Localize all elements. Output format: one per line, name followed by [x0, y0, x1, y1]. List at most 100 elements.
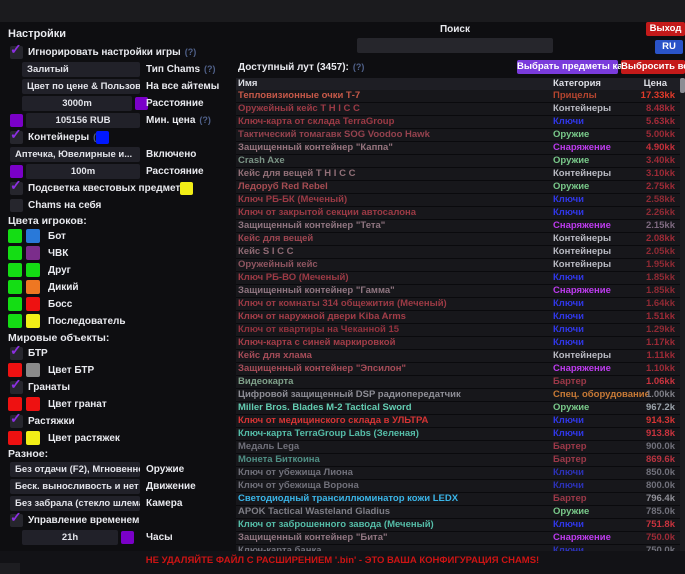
- grenades-checkbox[interactable]: ✓: [10, 381, 23, 394]
- search-input[interactable]: [357, 38, 553, 53]
- check-icon: ✓: [10, 41, 22, 58]
- table-row[interactable]: Ключ от заброшенного завода (Меченый)Клю…: [236, 519, 685, 532]
- table-scrollbar[interactable]: [680, 78, 685, 551]
- help-marker[interactable]: (?): [199, 115, 211, 125]
- column-header-name[interactable]: Имя: [238, 78, 257, 90]
- table-row[interactable]: Защищенный контейнер "Каппа"Снаряжение4.…: [236, 142, 685, 155]
- tripwire-color-swatch[interactable]: [8, 431, 22, 445]
- table-row[interactable]: Ключ РБ-ВО (Меченый)Ключи1.85kk: [236, 272, 685, 285]
- table-row[interactable]: Crash AxeОружие3.40kk: [236, 155, 685, 168]
- esp-color-swatch[interactable]: [26, 246, 40, 260]
- chams-color-swatch[interactable]: [8, 229, 22, 243]
- table-row[interactable]: Ключ от убежища ВоронаКлючи800.0k: [236, 480, 685, 493]
- item-category: Ключи: [553, 272, 584, 284]
- chams-self-checkbox[interactable]: [10, 199, 23, 212]
- table-row[interactable]: Защищенный контейнер "Эпсилон"Снаряжение…: [236, 363, 685, 376]
- grenade-color-swatch-2[interactable]: [26, 397, 40, 411]
- quest-highlight-checkbox[interactable]: ✓: [10, 182, 23, 195]
- item-name: Ключ от медицинского склада в УЛЬТРА: [238, 415, 548, 427]
- containers-filter-label: Включено: [146, 149, 196, 160]
- table-row[interactable]: Ключ от убежища ЛионаКлючи850.0k: [236, 467, 685, 480]
- chams-self-row: Chams на себя: [8, 198, 234, 214]
- hours-input[interactable]: 21h: [22, 530, 118, 545]
- table-row[interactable]: Ключ от закрытой секции автосалонаКлючи2…: [236, 207, 685, 220]
- quest-color-swatch[interactable]: [180, 182, 193, 195]
- containers-checkbox[interactable]: ✓: [10, 131, 23, 144]
- table-row[interactable]: Оружейный кейс T H I C CКонтейнеры8.48kk: [236, 103, 685, 116]
- column-header-price[interactable]: Цена: [644, 78, 667, 90]
- table-row[interactable]: Ключ от медицинского склада в УЛЬТРАКлюч…: [236, 415, 685, 428]
- distance-containers-input[interactable]: 100m: [26, 164, 140, 179]
- table-row[interactable]: APOK Tactical Wasteland GladiusОружие785…: [236, 506, 685, 519]
- color-mode-select[interactable]: Цвет по цене & Пользователь▼: [22, 79, 140, 94]
- table-row[interactable]: Кейс для вещейКонтейнеры2.08kk: [236, 233, 685, 246]
- hours-color-swatch[interactable]: [121, 531, 134, 544]
- chams-color-swatch[interactable]: [8, 314, 22, 328]
- table-row[interactable]: Miller Bros. Blades M-2 Tactical SwordОр…: [236, 402, 685, 415]
- table-row[interactable]: Ключ от комнаты 314 общежития (Меченый)К…: [236, 298, 685, 311]
- item-name: Монета Биткоина: [238, 454, 548, 466]
- esp-color-swatch[interactable]: [26, 280, 40, 294]
- table-row[interactable]: Ключ РБ-БК (Меченый)Ключи2.58kk: [236, 194, 685, 207]
- esp-color-swatch[interactable]: [26, 263, 40, 277]
- item-price: 2.08kk: [646, 233, 675, 245]
- table-row[interactable]: Кейс для вещей T H I C CКонтейнеры3.10kk: [236, 168, 685, 181]
- weapon-select[interactable]: Без отдачи (F2), Мгновенное п▼: [10, 462, 140, 477]
- item-price: 2.58kk: [646, 194, 675, 206]
- table-row[interactable]: Защищенный контейнер "Бита"Снаряжение750…: [236, 532, 685, 545]
- table-row[interactable]: Защищенный контейнер "Тета"Снаряжение2.1…: [236, 220, 685, 233]
- esp-color-swatch[interactable]: [26, 297, 40, 311]
- language-button[interactable]: RU: [655, 40, 683, 54]
- containers-color-swatch[interactable]: [96, 131, 109, 144]
- table-row[interactable]: Ледоруб Red RebelОружие2.75kk: [236, 181, 685, 194]
- help-marker[interactable]: (?): [185, 47, 197, 57]
- table-row[interactable]: Тепловизионные очки Т-7Прицелы17.33kk: [236, 90, 685, 103]
- esp-color-swatch[interactable]: [26, 314, 40, 328]
- table-row[interactable]: Оружейный кейсКонтейнеры1.95kk: [236, 259, 685, 272]
- table-row[interactable]: Медаль LegaБартер900.0k: [236, 441, 685, 454]
- item-price: 1.51kk: [646, 311, 675, 323]
- exit-button[interactable]: Выход: [646, 22, 685, 36]
- btr-checkbox[interactable]: ✓: [10, 347, 23, 360]
- ignore-game-settings-checkbox[interactable]: ✓: [10, 46, 23, 59]
- movement-select[interactable]: Беск. выносливость и нет уста▼: [10, 479, 140, 494]
- help-marker[interactable]: (?): [353, 62, 365, 72]
- table-row[interactable]: Светодиодный трансиллюминатор кожи LEDXБ…: [236, 493, 685, 506]
- chams-color-swatch[interactable]: [8, 280, 22, 294]
- time-control-checkbox[interactable]: ✓: [10, 514, 23, 527]
- scrollbar-thumb[interactable]: [680, 78, 685, 93]
- column-header-category[interactable]: Категория: [553, 78, 601, 90]
- chams-color-swatch[interactable]: [8, 263, 22, 277]
- item-price: 750.0k: [646, 532, 675, 544]
- tripwires-checkbox[interactable]: ✓: [10, 415, 23, 428]
- grenade-color-swatch[interactable]: [8, 397, 22, 411]
- table-row[interactable]: Ключ от квартиры на Чеканной 15Ключи1.29…: [236, 324, 685, 337]
- table-row[interactable]: Тактический томагавк SOG Voodoo HawkОруж…: [236, 129, 685, 142]
- table-row[interactable]: Цифровой защищенный DSP радиопередатчикС…: [236, 389, 685, 402]
- chams-color-swatch[interactable]: [8, 297, 22, 311]
- table-row[interactable]: ВидеокартаБартер1.06kk: [236, 376, 685, 389]
- btr-color-swatch-2[interactable]: [26, 363, 40, 377]
- drop-all-button[interactable]: Выбросить все: [621, 60, 685, 74]
- btr-color-swatch[interactable]: [8, 363, 22, 377]
- containers-filter-select[interactable]: Аптечка, Ювелирные и...▼: [10, 147, 140, 162]
- item-price: 1.11kk: [646, 350, 675, 362]
- select-kappa-items-button[interactable]: Выбрать предметы каппа: [517, 60, 618, 74]
- tripwire-color-swatch-2[interactable]: [26, 431, 40, 445]
- table-row[interactable]: Монета БиткоинаБартер869.6k: [236, 454, 685, 467]
- min-price-input[interactable]: 105156 RUB: [26, 113, 140, 128]
- table-row[interactable]: Защищенный контейнер "Гамма"Снаряжение1.…: [236, 285, 685, 298]
- table-row[interactable]: Ключ от наружной двери Kiba ArmsКлючи1.5…: [236, 311, 685, 324]
- table-row[interactable]: Кейс для хламаКонтейнеры1.11kk: [236, 350, 685, 363]
- distance-all-input[interactable]: 3000m: [22, 96, 132, 111]
- table-row[interactable]: Ключ-карта TerraGroup Labs (Зеленая)Ключ…: [236, 428, 685, 441]
- chams-type-select[interactable]: Залитый▼: [22, 62, 140, 77]
- table-row[interactable]: Ключ-карта от склада TerraGroupКлючи5.63…: [236, 116, 685, 129]
- table-row[interactable]: Кейс S I C CКонтейнеры2.05kk: [236, 246, 685, 259]
- help-marker[interactable]: (?): [204, 64, 216, 74]
- camera-select[interactable]: Без забрала (стекло шлема)▼: [10, 496, 140, 511]
- esp-color-swatch[interactable]: [26, 229, 40, 243]
- chams-color-swatch[interactable]: [8, 246, 22, 260]
- item-price: 2.26kk: [646, 207, 675, 219]
- table-row[interactable]: Ключ-карта с синей маркировкойКлючи1.17k…: [236, 337, 685, 350]
